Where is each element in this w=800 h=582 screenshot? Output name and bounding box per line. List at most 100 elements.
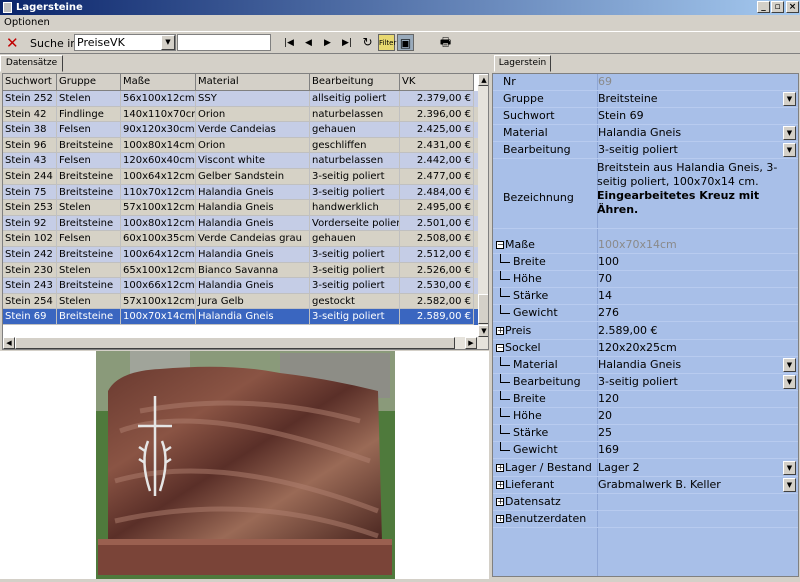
form-icon[interactable]: ▣ (397, 34, 414, 51)
first-record-icon[interactable]: |◀ (284, 37, 294, 49)
column-header[interactable]: VK (400, 74, 474, 91)
prop-masse-breite[interactable]: Breite 100 (493, 254, 798, 272)
table-cell[interactable]: Stein 252 (3, 91, 57, 107)
prop-bezeichnung[interactable]: Bezeichnung Breitstein aus Halandia Gnei… (493, 159, 798, 229)
table-cell[interactable]: Stein 254 (3, 293, 57, 310)
prop-sockel[interactable]: − Sockel 120x20x25cm (493, 340, 798, 358)
table-cell[interactable]: gehauen (310, 122, 400, 138)
column-header[interactable]: Suchwort (3, 74, 57, 91)
expand-icon[interactable]: + (496, 515, 504, 523)
table-cell[interactable]: 3-seitig poliert (310, 169, 400, 185)
expand-icon[interactable]: + (496, 327, 504, 335)
table-cell[interactable]: 3-seitig poliert (310, 184, 400, 201)
table-cell[interactable]: Stein 42 (3, 106, 57, 123)
table-cell[interactable]: 100x80x12cm (121, 215, 196, 232)
table-cell[interactable]: Stein 242 (3, 247, 57, 263)
prop-masse-staerke[interactable]: Stärke 14 (493, 288, 798, 306)
prop-value[interactable]: 120x20x25cm (598, 341, 784, 354)
chevron-down-icon[interactable]: ▼ (161, 35, 175, 50)
prop-value[interactable]: 2.589,00 € (598, 324, 784, 337)
prop-value[interactable]: 169 (598, 443, 784, 456)
table-cell[interactable]: Halandia Gneis (196, 184, 310, 201)
table-cell[interactable]: Jura Gelb (196, 293, 310, 310)
table-cell[interactable]: 2.442,00 € (400, 153, 474, 169)
prop-value[interactable]: Grabmalwerk B. Keller (598, 478, 784, 491)
table-cell[interactable]: Stelen (57, 91, 121, 107)
prop-masse-gewicht[interactable]: Gewicht 276 (493, 305, 798, 323)
collapse-icon[interactable]: − (496, 241, 504, 249)
prop-value[interactable]: Halandia Gneis (598, 126, 784, 139)
prop-value[interactable]: Halandia Gneis (598, 358, 784, 371)
table-cell[interactable]: Halandia Gneis (196, 309, 310, 325)
table-cell[interactable]: Breitsteine (57, 169, 121, 185)
table-cell[interactable]: Stelen (57, 200, 121, 216)
next-record-icon[interactable]: ▶ (324, 37, 331, 49)
table-cell[interactable]: 2.501,00 € (400, 215, 474, 232)
prop-sockel-staerke[interactable]: Stärke 25 (493, 425, 798, 443)
scroll-left-icon[interactable]: ◀ (3, 337, 15, 349)
chevron-down-icon[interactable]: ▼ (783, 143, 796, 157)
table-cell[interactable]: 2.582,00 € (400, 293, 474, 310)
table-cell[interactable]: 3-seitig poliert (310, 262, 400, 279)
search-field-select[interactable]: PreiseVK ▼ (74, 34, 176, 51)
column-header[interactable]: Maße (121, 74, 196, 91)
table-row[interactable]: Stein 102 Felsen 60x100x35cm Verde Candeias… (3, 231, 478, 247)
table-cell[interactable]: gehauen (310, 231, 400, 247)
table-cell[interactable]: 140x110x70cm (121, 106, 196, 123)
minimize-button[interactable]: _ (757, 1, 770, 13)
table-cell[interactable]: 2.530,00 € (400, 278, 474, 294)
column-header[interactable]: Bearbeitung (310, 74, 400, 91)
prop-benutzerdaten[interactable]: + Benutzerdaten (493, 511, 798, 529)
table-cell[interactable]: Bianco Savanna (196, 262, 310, 279)
table-cell[interactable]: 2.484,00 € (400, 184, 474, 201)
table-cell[interactable]: 2.396,00 € (400, 106, 474, 123)
table-cell[interactable]: Verde Candeias grau (196, 231, 310, 247)
table-cell[interactable]: 57x100x12cm (121, 293, 196, 310)
table-row[interactable]: Stein 96 Breitsteine 100x80x14cm Orion gesch… (3, 137, 478, 154)
table-cell[interactable]: Verde Candeias (196, 122, 310, 138)
scroll-down-icon[interactable]: ▼ (478, 325, 488, 337)
horizontal-scrollbar[interactable]: ◀ ▶ (3, 337, 488, 349)
table-cell[interactable]: 3-seitig poliert (310, 278, 400, 294)
maximize-button[interactable]: ▫ (771, 1, 784, 13)
prop-datensatz[interactable]: + Datensatz (493, 494, 798, 512)
prop-value[interactable]: 70 (598, 272, 784, 285)
bezeichnung-text[interactable]: Breitstein aus Halandia Gneis, 3-seitig … (597, 161, 797, 217)
table-cell[interactable]: 100x64x12cm (121, 169, 196, 185)
table-cell[interactable]: Felsen (57, 231, 121, 247)
prop-value[interactable]: Breitsteine (598, 92, 784, 105)
prop-value[interactable]: Stein 69 (598, 109, 784, 122)
table-cell[interactable]: 56x100x12cm (121, 91, 196, 107)
table-cell[interactable]: 65x100x12cm (121, 262, 196, 279)
refresh-icon[interactable]: ↻ (359, 34, 376, 51)
table-cell[interactable]: 57x100x12cm (121, 200, 196, 216)
prop-value[interactable]: 276 (598, 306, 784, 319)
table-row[interactable]: Stein 38 Felsen 90x120x30cm Verde Candeias g… (3, 122, 478, 138)
table-cell[interactable]: gestockt (310, 293, 400, 310)
table-cell[interactable]: Breitsteine (57, 137, 121, 154)
table-cell[interactable]: 100x64x12cm (121, 247, 196, 263)
table-cell[interactable]: Felsen (57, 122, 121, 138)
chevron-down-icon[interactable]: ▼ (783, 375, 796, 389)
table-cell[interactable]: 100x80x14cm (121, 137, 196, 154)
prop-sockel-bearbeitung[interactable]: Bearbeitung 3-seitig poliert ▼ (493, 374, 798, 392)
prop-value[interactable]: 20 (598, 409, 784, 422)
expand-icon[interactable]: + (496, 498, 504, 506)
search-input[interactable] (177, 34, 271, 51)
table-cell[interactable]: Stein 96 (3, 137, 57, 154)
filter-icon[interactable]: Filter (378, 34, 396, 51)
table-row[interactable]: Stein 242 Breitsteine 100x64x12cm Halandia … (3, 247, 478, 263)
prop-suchwort[interactable]: Suchwort Stein 69 (493, 108, 798, 126)
table-cell[interactable]: Stein 92 (3, 215, 57, 232)
table-cell[interactable]: 2.495,00 € (400, 200, 474, 216)
prop-value[interactable]: 3-seitig poliert (598, 143, 784, 156)
table-cell[interactable]: handwerklich (310, 200, 400, 216)
prop-bearbeitung[interactable]: Bearbeitung 3-seitig poliert ▼ (493, 142, 798, 160)
table-cell[interactable]: 2.477,00 € (400, 169, 474, 185)
table-cell[interactable]: Halandia Gneis (196, 215, 310, 232)
collapse-icon[interactable]: − (496, 344, 504, 352)
table-cell[interactable]: allseitig poliert (310, 91, 400, 107)
table-cell[interactable]: 2.379,00 € (400, 91, 474, 107)
chevron-down-icon[interactable]: ▼ (783, 478, 796, 492)
table-cell[interactable]: 2.508,00 € (400, 231, 474, 247)
